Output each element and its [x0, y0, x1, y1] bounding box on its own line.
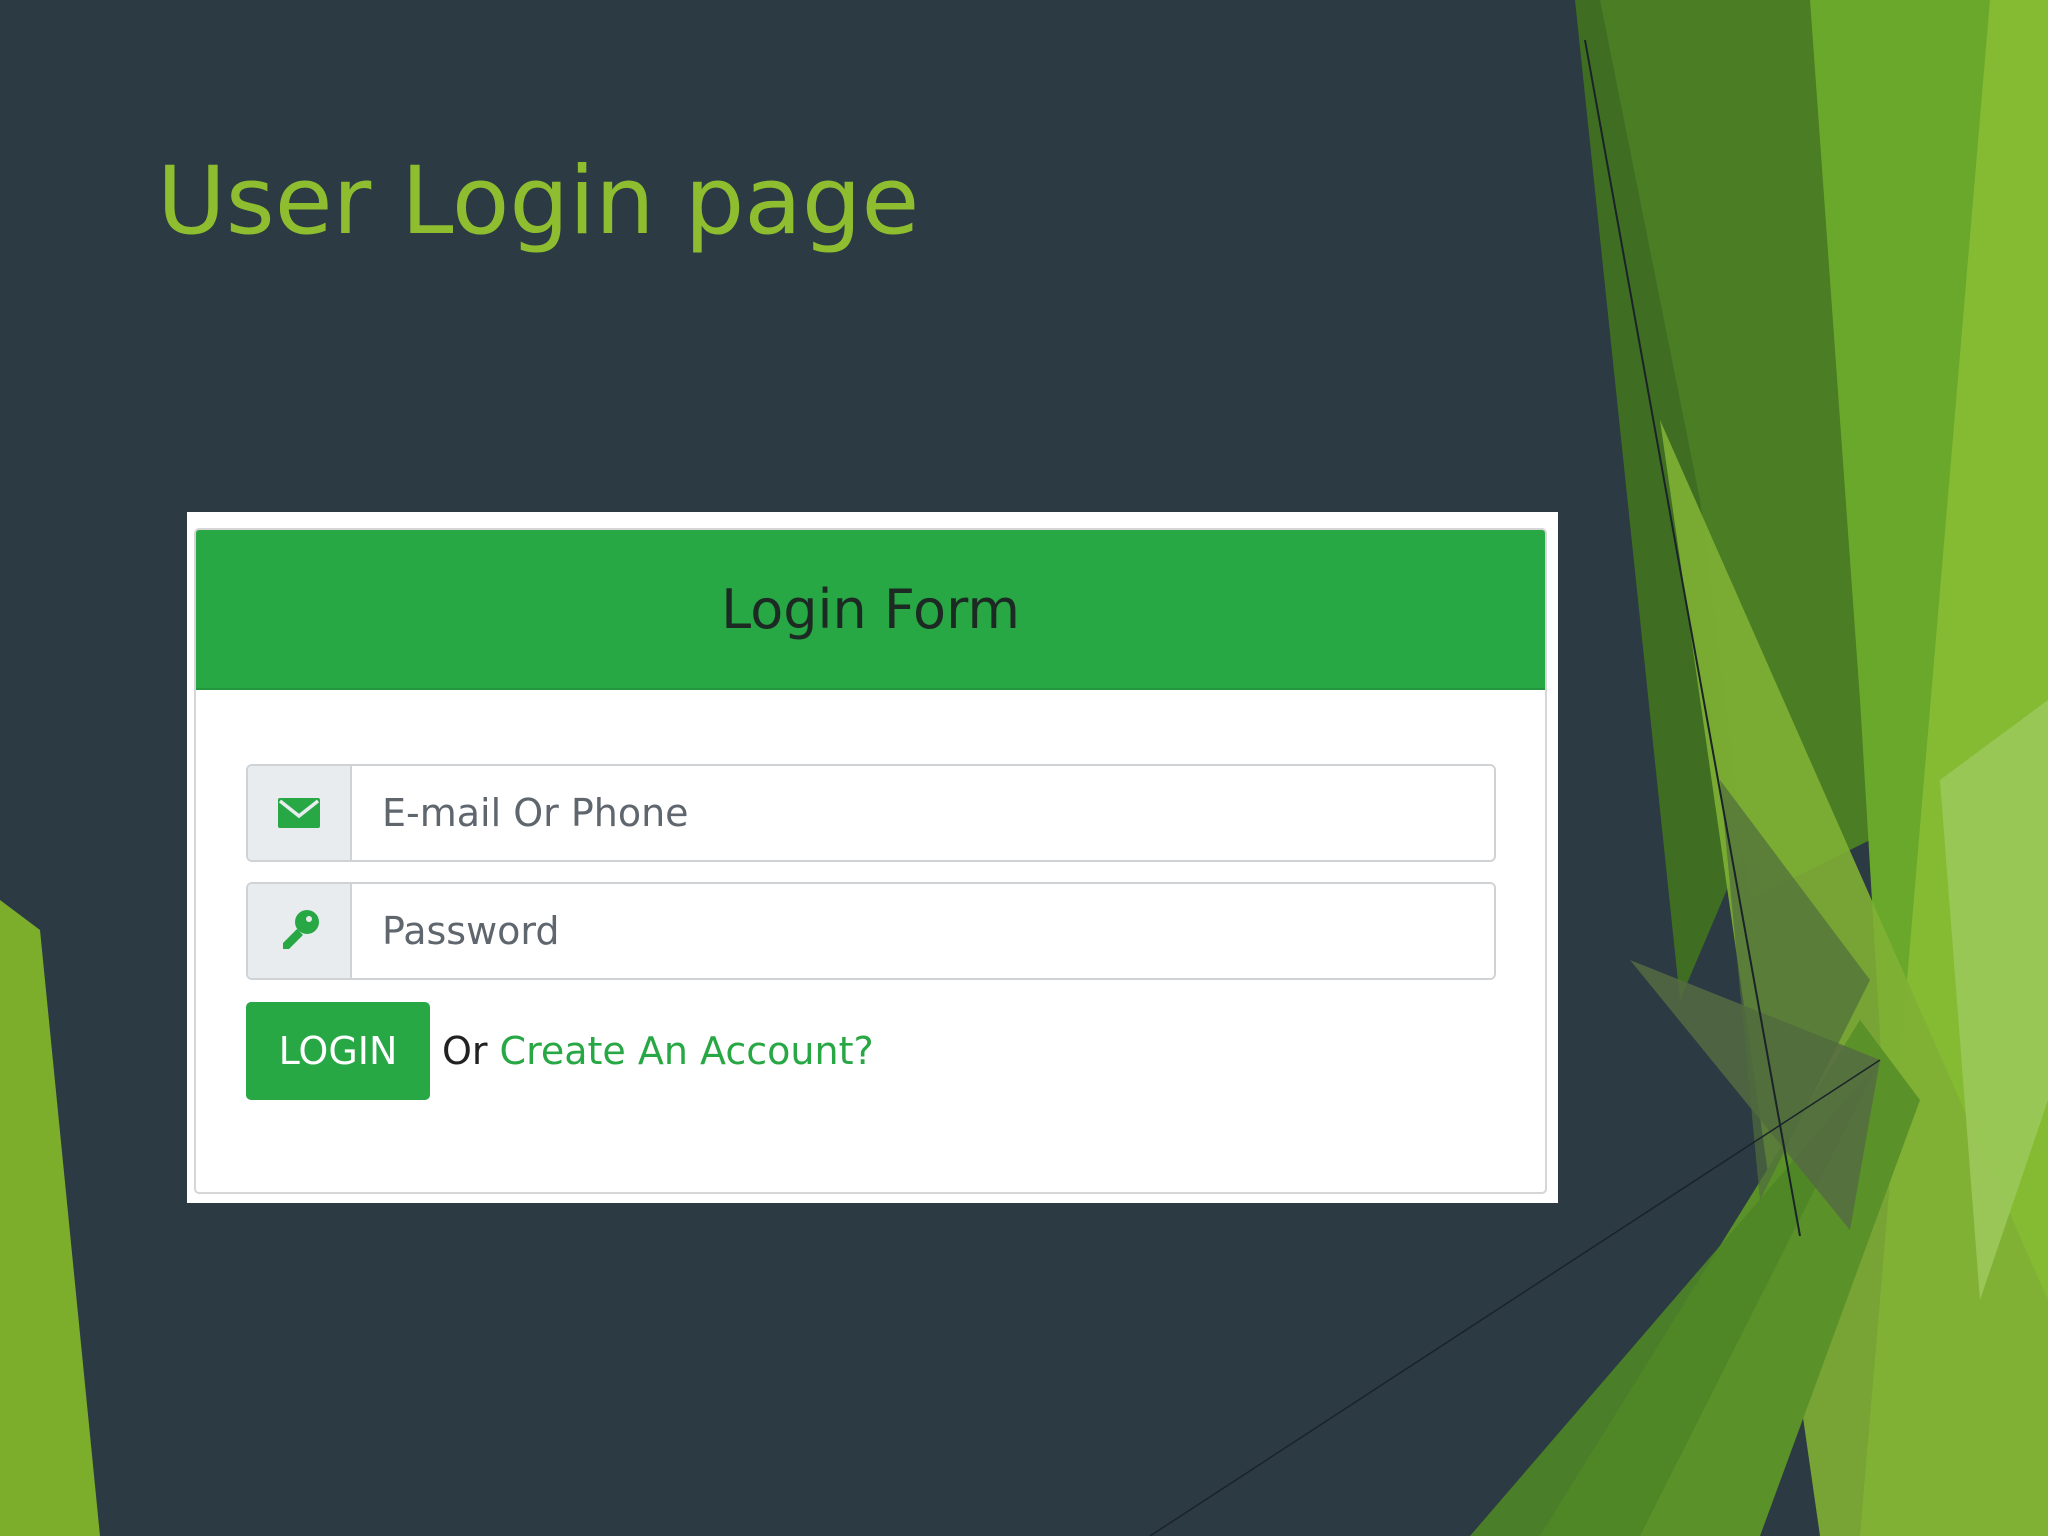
actions-row: LOGIN Or Create An Account? — [246, 1002, 1495, 1100]
card-body: LOGIN Or Create An Account? — [196, 690, 1545, 1100]
key-icon — [248, 884, 352, 978]
create-account-link[interactable]: Create An Account? — [500, 1029, 874, 1073]
email-field[interactable] — [352, 766, 1494, 860]
email-input-group — [246, 764, 1496, 862]
login-screenshot-frame: Login Form E-mail Or Phone LOGIN Or Crea… — [187, 512, 1558, 1203]
slide-title: User Login page — [157, 147, 920, 256]
login-button[interactable]: LOGIN — [246, 1002, 430, 1100]
card-header: Login Form — [196, 530, 1545, 690]
password-field[interactable] — [352, 884, 1494, 978]
card-title: Login Form — [721, 577, 1020, 641]
envelope-icon — [248, 766, 352, 860]
or-text: Or — [442, 1029, 488, 1073]
login-card: Login Form E-mail Or Phone LOGIN Or Crea… — [194, 528, 1547, 1194]
password-input-group — [246, 882, 1496, 980]
